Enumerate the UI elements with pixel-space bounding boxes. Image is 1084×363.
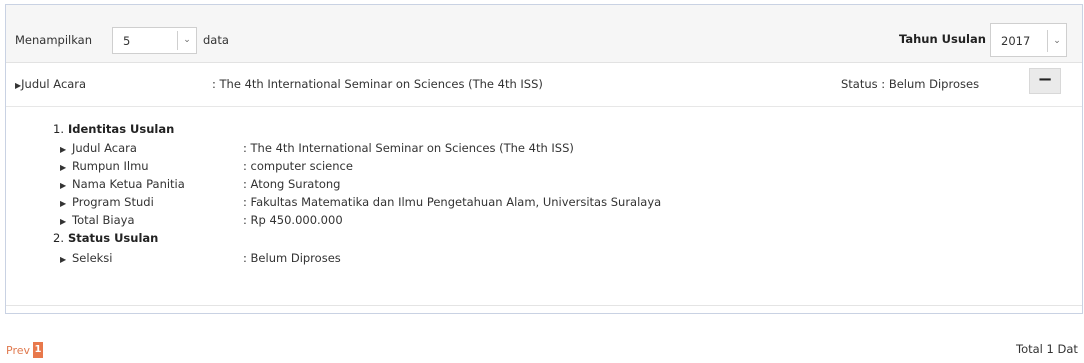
section-number: 2.	[53, 231, 64, 245]
chevron-down-icon: ⌄	[1047, 30, 1066, 52]
caret-right-icon: ▶	[60, 199, 67, 208]
detail-label: Nama Ketua Panitia	[72, 177, 185, 191]
caret-right-icon: ▶	[60, 181, 67, 190]
collapse-button[interactable]: −	[1029, 68, 1061, 94]
section-status-usulan: 2. Status Usulan	[53, 231, 158, 245]
show-entries-label: Menampilkan	[15, 33, 93, 47]
detail-value: : Belum Diproses	[243, 251, 341, 265]
section-title: Identitas Usulan	[68, 122, 175, 136]
caret-right-icon: ▶	[60, 255, 67, 264]
detail-label: Seleksi	[72, 251, 113, 265]
detail-item: ▶ Judul Acara : The 4th International Sem…	[60, 141, 574, 155]
detail-item: ▶ Rumpun Ilmu : computer science	[60, 159, 353, 173]
data-label: data	[203, 33, 229, 47]
section-number: 1.	[53, 122, 64, 136]
detail-label: Program Studi	[72, 195, 154, 209]
caret-right-icon: ▶	[60, 217, 67, 226]
section-identitas-usulan: 1. Identitas Usulan	[53, 122, 174, 136]
row-title-label: ▶Judul Acara	[15, 77, 86, 91]
detail-item: ▶ Program Studi : Fakultas Matematika dan…	[60, 195, 661, 209]
detail-item: ▶ Total Biaya : Rp 450.000.000	[60, 213, 343, 227]
detail-item: ▶ Seleksi : Belum Diproses	[60, 251, 341, 265]
entries-select[interactable]: 5 ⌄	[112, 27, 197, 54]
detail-label: Total Biaya	[72, 213, 135, 227]
detail-label: Judul Acara	[72, 141, 137, 155]
status-text: Status : Belum Diproses	[841, 77, 980, 91]
table-toolbar: Menampilkan 5 ⌄ data Tahun Usulan 2017 ⌄	[6, 5, 1082, 63]
proposal-row-header[interactable]: ▶Judul Acara : The 4th International Sem…	[6, 62, 1082, 107]
detail-value: : Fakultas Matematika dan Ilmu Pengetahu…	[243, 195, 662, 209]
row-title-label-text: Judul Acara	[21, 77, 87, 91]
chevron-down-icon: ⌄	[177, 31, 196, 50]
detail-label: Rumpun Ilmu	[72, 159, 149, 173]
total-data-text: Total 1 Dat	[1016, 342, 1078, 356]
detail-value: : Rp 450.000.000	[243, 213, 343, 227]
detail-value: : computer science	[243, 159, 353, 173]
entries-select-value: 5	[123, 34, 131, 48]
year-select-value: 2017	[1001, 34, 1031, 48]
detail-value: : Atong Suratong	[243, 177, 341, 191]
prev-page-link[interactable]: Prev	[6, 344, 30, 357]
proposal-panel: Menampilkan 5 ⌄ data Tahun Usulan 2017 ⌄…	[5, 4, 1083, 314]
caret-right-icon: ▶	[60, 163, 67, 172]
caret-right-icon: ▶	[60, 145, 67, 154]
detail-value: : The 4th International Seminar on Scien…	[243, 141, 574, 155]
section-title: Status Usulan	[68, 231, 159, 245]
row-title-value: : The 4th International Seminar on Scien…	[212, 77, 543, 91]
detail-item: ▶ Nama Ketua Panitia : Atong Suratong	[60, 177, 340, 191]
page-1-button[interactable]: 1	[33, 342, 43, 358]
footer-divider	[6, 305, 1082, 306]
year-label: Tahun Usulan	[899, 32, 986, 46]
year-select[interactable]: 2017 ⌄	[990, 23, 1067, 57]
